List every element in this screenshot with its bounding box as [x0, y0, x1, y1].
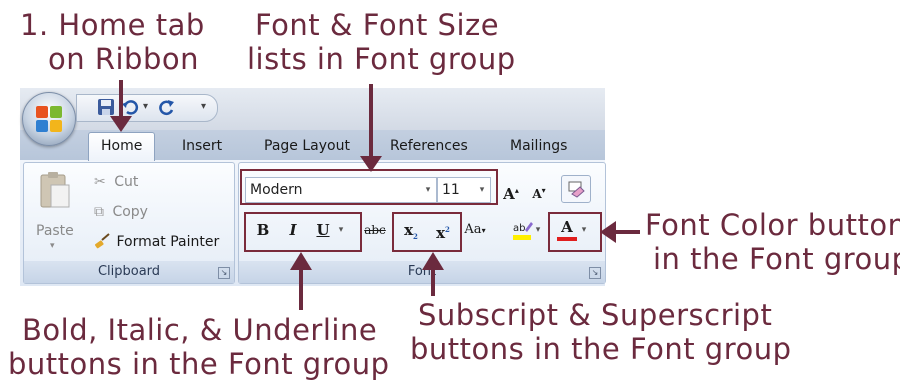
strikethrough-button[interactable]: abc	[361, 217, 389, 243]
tab-home[interactable]: Home	[88, 132, 156, 161]
customize-qat-icon[interactable]: ▾	[201, 98, 206, 116]
paste-icon	[40, 172, 70, 208]
office-logo-icon	[36, 106, 62, 132]
callout-home-tab: 1. Home tab on Ribbon	[20, 8, 205, 76]
change-case-button[interactable]: Aa▾	[461, 217, 489, 243]
copy-button[interactable]: ⧉ Copy	[94, 203, 148, 221]
callout-font-lists: Font & Font Size lists in Font group	[247, 8, 516, 76]
paste-button[interactable]: Paste ▾	[30, 169, 80, 257]
clear-format-icon[interactable]	[561, 175, 591, 203]
scissors-icon: ✂	[94, 174, 106, 190]
paintbrush-icon	[94, 233, 110, 249]
svg-text:ab: ab	[513, 223, 525, 234]
dialog-launcher-icon[interactable]: ↘	[218, 267, 230, 279]
format-painter-label: Format Painter	[116, 234, 220, 250]
callout-bold-italic-line2: buttons in the Font group	[8, 347, 390, 381]
callout-font-lists-line2: lists in Font group	[247, 42, 516, 76]
font-group-label: Font	[239, 261, 605, 283]
copy-icon: ⧉	[94, 204, 104, 220]
tab-references[interactable]: References	[390, 132, 468, 160]
redo-icon[interactable]	[157, 98, 175, 120]
callout-font-lists-line1: Font & Font Size	[255, 8, 500, 42]
highlight-box-bold-italic-underline	[244, 212, 362, 252]
callout-font-color: Font Color button in the Font group	[645, 208, 900, 276]
callout-bold-italic-line1: Bold, Italic, & Underline	[22, 313, 378, 347]
tab-insert[interactable]: Insert	[182, 132, 222, 160]
copy-label: Copy	[112, 204, 148, 220]
clipboard-group-label: Clipboard	[24, 261, 234, 283]
clipboard-group: Paste ▾ ✂ Cut ⧉ Copy Format Painter Clip…	[23, 162, 235, 284]
tab-mailings[interactable]: Mailings	[510, 132, 567, 160]
highlight-box-font-color	[548, 212, 602, 252]
highlight-box-sub-super	[392, 212, 462, 252]
undo-dropdown-icon[interactable]: ▾	[143, 98, 148, 116]
cut-label: Cut	[114, 174, 139, 190]
save-icon[interactable]	[97, 98, 115, 120]
callout-home-tab-line2: on Ribbon	[48, 42, 199, 76]
callout-font-color-line1: Font Color button	[645, 208, 900, 242]
highlight-box-font-lists	[240, 169, 498, 205]
callout-sub-super-line1: Subscript & Superscript	[418, 298, 773, 332]
office-button[interactable]	[22, 92, 76, 146]
callout-home-tab-line1: 1. Home tab	[20, 8, 205, 42]
callout-bold-italic: Bold, Italic, & Underline buttons in the…	[8, 313, 390, 381]
callout-font-color-line2: in the Font group	[653, 242, 900, 276]
dialog-launcher-icon[interactable]: ↘	[589, 267, 601, 279]
format-painter-button[interactable]: Format Painter	[94, 233, 219, 251]
paste-label: Paste	[36, 223, 74, 239]
paste-dropdown-icon: ▾	[50, 241, 55, 251]
shrink-font-icon[interactable]: A▾	[525, 177, 553, 203]
grow-font-icon[interactable]: A▴	[497, 177, 525, 203]
callout-sub-super-line2: buttons in the Font group	[410, 332, 792, 366]
quick-access-toolbar: ▾ ▾	[76, 94, 218, 122]
tab-page-layout[interactable]: Page Layout	[264, 132, 350, 160]
callout-sub-super: Subscript & Superscript buttons in the F…	[410, 298, 792, 366]
highlight-dropdown-icon[interactable]: ▾	[533, 217, 543, 243]
undo-icon[interactable]	[121, 98, 139, 120]
word-ribbon-screenshot: ▾ ▾ Home Insert Page Layout References M…	[20, 88, 606, 286]
cut-button[interactable]: ✂ Cut	[94, 173, 138, 191]
